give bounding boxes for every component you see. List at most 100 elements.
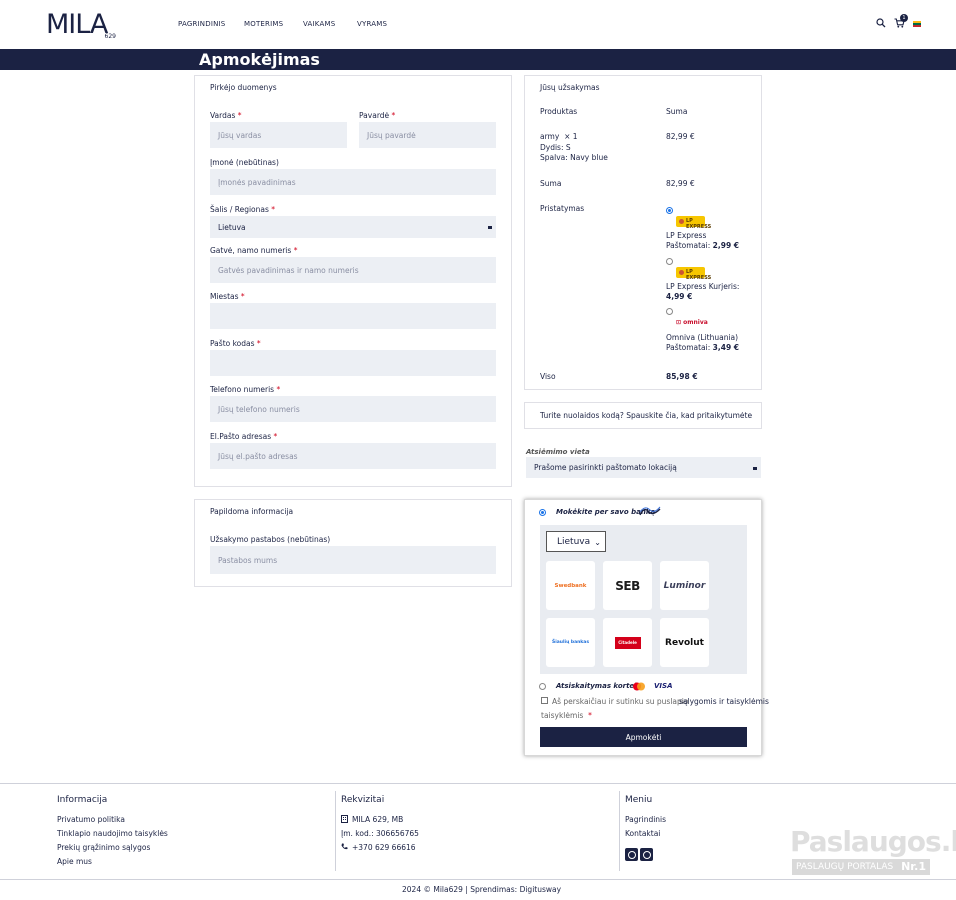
- order-summary-title: Jūsų užsakymas: [540, 83, 600, 92]
- pay-button[interactable]: Apmokėti: [540, 727, 747, 747]
- terms-link[interactable]: sąlygomis ir taisyklėmis: [679, 697, 769, 707]
- phone-label: Telefono numeris *: [210, 385, 281, 394]
- siauliu-bankas-logo: Šiaulių bankas: [551, 640, 590, 645]
- luminor-logo: Luminor: [663, 580, 706, 591]
- shipping-option-1-detail: Paštomatai: 2,99 €: [666, 241, 740, 250]
- coupon-link[interactable]: Turite nuolaidos kodą? Spauskite čia, ka…: [540, 411, 752, 421]
- pay-by-bank-radio[interactable]: [539, 509, 546, 516]
- footer-company-code: Įm. kod.: 306656765: [341, 829, 419, 838]
- footer-link-home[interactable]: Pagrindinis: [625, 815, 666, 824]
- pay-by-card-radio[interactable]: [539, 683, 546, 690]
- terms-text: Aš perskaičiau ir sutinku su puslapio: [552, 697, 689, 706]
- subtotal-value: 82,99 €: [666, 179, 695, 188]
- nav-vyrams[interactable]: VYRAMS: [357, 20, 387, 28]
- logo-text: MILA: [46, 9, 108, 40]
- country-label: Šalis / Regionas *: [210, 205, 276, 214]
- country-select[interactable]: Lietuva: [210, 216, 496, 238]
- paslaugos-watermark: Paslaugos.lt PASLAUGŲ PORTALAS Nr.1: [790, 825, 956, 877]
- col-sum-header: Suma: [666, 107, 688, 116]
- billing-title: Pirkėjo duomenys: [210, 83, 277, 92]
- pay-by-card-label: Atsiskaitymas kortele: [556, 682, 642, 690]
- swedbank-logo: Swedbank: [554, 582, 587, 589]
- chevron-down-icon: ⌄: [594, 538, 601, 547]
- footer-link-terms[interactable]: Tinklapio naudojimo taisyklės: [57, 829, 168, 838]
- shipping-radio-lp-kurjeris[interactable]: [666, 258, 673, 265]
- email-input[interactable]: Jūsų el.pašto adresas: [210, 443, 496, 469]
- bank-revolut[interactable]: Revolut: [660, 618, 709, 667]
- mastercard-icon: [632, 682, 646, 693]
- visa-icon: VISA: [654, 682, 673, 690]
- city-label: Miestas *: [210, 292, 245, 301]
- order-notes-label: Užsakymo pastabos (nebūtinas): [210, 535, 331, 544]
- bank-country-select[interactable]: Lietuva ⌄: [546, 531, 606, 552]
- watermark-sub-banner: PASLAUGŲ PORTALAS Nr.1: [792, 859, 930, 875]
- street-label: Gatvė, namo numeris *: [210, 246, 298, 255]
- postcode-label: Pašto kodas *: [210, 339, 261, 348]
- footer-divider: [335, 791, 336, 871]
- facebook-icon[interactable]: [625, 848, 638, 861]
- total-value: 85,98 €: [666, 372, 698, 381]
- instagram-icon[interactable]: [640, 848, 653, 861]
- product-name: army × 1: [540, 132, 578, 141]
- site-header: MILA 629 PAGRINDINIS MOTERIMS VAIKAMS VY…: [0, 0, 956, 49]
- city-input[interactable]: [210, 303, 496, 329]
- pickup-label: Atsiėmimo vieta: [526, 448, 590, 456]
- postcode-input[interactable]: [210, 350, 496, 376]
- shipping-option-2-name: LP Express Kurjeris:: [666, 282, 740, 291]
- footer-link-returns[interactable]: Prekių grąžinimo sąlygos: [57, 843, 150, 852]
- chevron-down-icon: [753, 467, 757, 470]
- footer-divider-bottom: [0, 879, 956, 880]
- watermark-sub-text: PASLAUGŲ PORTALAS: [796, 862, 894, 872]
- pickup-placeholder: Prašome pasirinkti paštomato lokaciją: [534, 463, 677, 472]
- shipping-radio-omniva[interactable]: [666, 308, 673, 315]
- bank-seb[interactable]: SEB: [603, 561, 652, 610]
- street-input[interactable]: Gatvės pavadinimas ir namo numeris: [210, 257, 496, 283]
- product-price: 82,99 €: [666, 132, 695, 141]
- watermark-main-text: Paslaugos.lt: [790, 825, 956, 858]
- col-product-header: Produktas: [540, 107, 578, 116]
- citadele-logo: Citadele: [614, 636, 641, 649]
- phone-input[interactable]: Jūsų telefono numeris: [210, 396, 496, 422]
- bank-siauliu[interactable]: Šiaulių bankas: [546, 618, 595, 667]
- watermark-badge: Nr.1: [901, 860, 926, 873]
- nav-vaikams[interactable]: VAIKAMS: [303, 20, 335, 28]
- shipping-option-1-name: LP Express: [666, 231, 707, 240]
- logo-subtext: 629: [104, 33, 116, 40]
- product-size: Dydis: S: [540, 143, 571, 152]
- bank-luminor[interactable]: Luminor: [660, 561, 709, 610]
- nav-moterims[interactable]: MOTERIMS: [244, 20, 283, 28]
- seb-logo: SEB: [615, 578, 640, 593]
- building-icon: [341, 815, 348, 825]
- phone-icon: [341, 843, 348, 852]
- terms-checkbox[interactable]: [541, 697, 548, 704]
- footer-link-about[interactable]: Apie mus: [57, 857, 92, 866]
- page-title-bar: Apmokėjimas: [0, 49, 956, 70]
- first-name-label: Vardas *: [210, 111, 242, 120]
- lp-express-logo: LP EXPRESS: [676, 267, 711, 281]
- order-notes-textarea[interactable]: Pastabos mums: [210, 546, 496, 574]
- lithuania-flag-icon[interactable]: [913, 21, 921, 27]
- shipping-radio-lp-pastomatai[interactable]: [666, 207, 673, 214]
- shipping-option-3-detail: Paštomatai: 3,49 €: [666, 343, 740, 352]
- cart-count-badge: 1: [900, 14, 908, 22]
- pickup-location-select[interactable]: Prašome pasirinkti paštomato lokaciją: [526, 457, 761, 478]
- footer-link-privacy[interactable]: Privatumo politika: [57, 815, 125, 824]
- footer-menu-title: Meniu: [625, 795, 653, 805]
- bank-citadele[interactable]: Citadele: [603, 618, 652, 667]
- total-label: Viso: [540, 372, 556, 381]
- revolut-logo: Revolut: [665, 637, 704, 648]
- subtotal-label: Suma: [540, 179, 562, 188]
- last-name-input[interactable]: Jūsų pavardė: [359, 122, 496, 148]
- footer-info-title: Informacija: [57, 795, 108, 805]
- footer-link-contacts[interactable]: Kontaktai: [625, 829, 660, 838]
- footer-phone[interactable]: +370 629 66616: [352, 843, 416, 852]
- search-icon[interactable]: [876, 18, 886, 30]
- bank-swedbank[interactable]: Swedbank: [546, 561, 595, 610]
- first-name-input[interactable]: Jūsų vardas: [210, 122, 347, 148]
- shipping-label: Pristatymas: [540, 204, 585, 213]
- site-logo[interactable]: MILA 629: [46, 9, 122, 41]
- chevron-down-icon: [488, 226, 492, 229]
- nav-pagrindinis[interactable]: PAGRINDINIS: [178, 20, 225, 28]
- additional-info-title: Papildoma informacija: [210, 507, 294, 516]
- company-input[interactable]: Įmonės pavadinimas: [210, 169, 496, 195]
